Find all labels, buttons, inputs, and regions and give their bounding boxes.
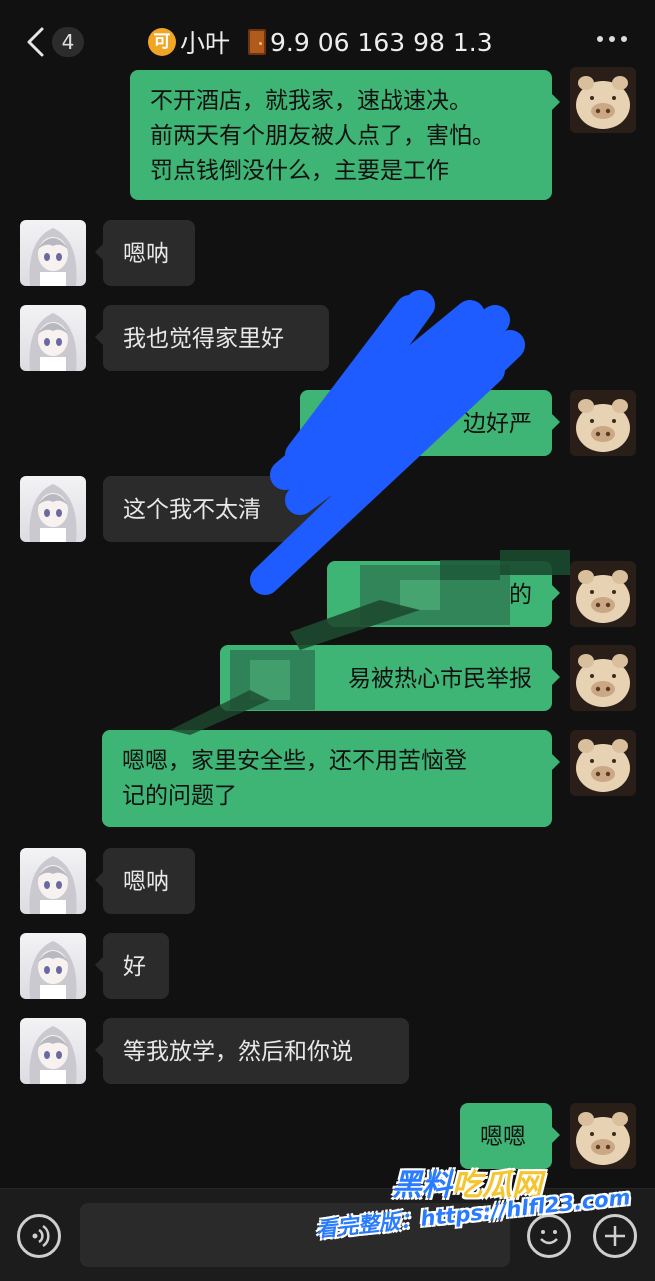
message-text: 好 (123, 954, 146, 980)
more-actions-plus-icon[interactable] (593, 1214, 637, 1258)
message-text: 边好严 (463, 411, 532, 437)
message-text: 前两天有个朋友被人点了，害怕。 (150, 123, 495, 149)
message-bubble-outgoing[interactable]: 嗯嗯，家里安全些，还不用苦恼登 记的问题了 (102, 730, 560, 827)
message-bubble-incoming[interactable]: 等我放学，然后和你说 (95, 1018, 409, 1084)
message-text: 易被热心市民举报 (348, 666, 532, 692)
message-bubble-outgoing[interactable]: 易被热心市民举报 (220, 645, 560, 711)
my-avatar[interactable] (570, 390, 636, 456)
message-text: 嗯嗯 (480, 1124, 526, 1150)
contact-avatar[interactable] (20, 933, 86, 999)
message-text: 记的问题了 (122, 783, 237, 809)
chat-title[interactable]: 可 小叶 9.9 06 163 98 1.3 (148, 24, 493, 60)
message-bubble-incoming[interactable]: 嗯呐 (95, 220, 195, 286)
message-bubble-incoming[interactable]: 嗯呐 (95, 848, 195, 914)
message-bubble-incoming[interactable]: 我也觉得家里好 (95, 305, 329, 371)
message-bubble-outgoing[interactable]: 不开酒店，就我家，速战速决。 前两天有个朋友被人点了，害怕。 罚点钱倒没什么，主… (130, 70, 560, 200)
message-text: 等我放学，然后和你说 (123, 1039, 353, 1065)
watermark-logo-part1: 黑料 (392, 1168, 452, 1203)
contact-avatar[interactable] (20, 476, 86, 542)
my-avatar[interactable] (570, 730, 636, 796)
my-avatar[interactable] (570, 1103, 636, 1169)
message-bubble-incoming[interactable]: 好 (95, 933, 169, 999)
my-avatar[interactable] (570, 561, 636, 627)
contact-subtitle: 9.9 06 163 98 1.3 (270, 27, 493, 57)
message-text: 嗯嗯，家里安全些，还不用苦恼登 (122, 748, 467, 774)
contact-avatar[interactable] (20, 220, 86, 286)
message-text: 我也觉得家里好 (123, 326, 284, 352)
back-arrow-icon[interactable] (22, 26, 52, 58)
message-bubble-outgoing[interactable]: 的 (327, 561, 560, 627)
message-text: 这个我不太清 (123, 497, 261, 523)
message-text: 嗯呐 (123, 241, 169, 267)
message-text: 的 (509, 582, 532, 608)
voice-input-icon[interactable] (17, 1214, 61, 1258)
more-options-icon[interactable] (597, 36, 627, 42)
contact-name: 小叶 (180, 29, 231, 58)
coin-icon: 可 (148, 28, 176, 56)
contact-avatar[interactable] (20, 1018, 86, 1084)
message-text: 不开酒店，就我家，速战速决。 (150, 88, 472, 114)
unread-count-badge[interactable]: 4 (52, 27, 84, 57)
message-text: 罚点钱倒没什么，主要是工作 (150, 158, 449, 184)
contact-avatar[interactable] (20, 848, 86, 914)
my-avatar[interactable] (570, 645, 636, 711)
door-icon (248, 29, 267, 55)
message-text: 嗯呐 (123, 869, 169, 895)
message-bubble-incoming[interactable]: 这个我不太清 (103, 476, 329, 542)
message-bubble-outgoing[interactable]: 边好严 (300, 390, 560, 456)
contact-avatar[interactable] (20, 305, 86, 371)
my-avatar[interactable] (570, 67, 636, 133)
